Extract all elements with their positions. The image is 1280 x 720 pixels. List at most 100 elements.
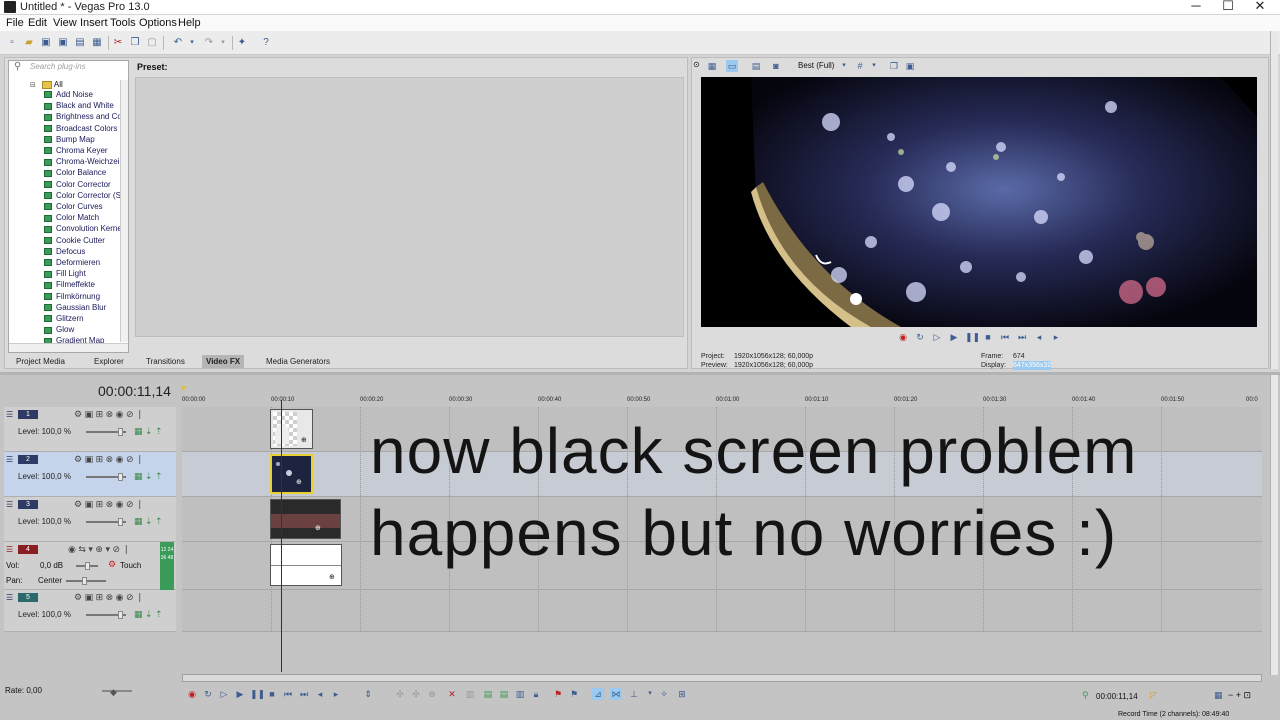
plugin-item[interactable]: Cookie Cutter <box>44 236 105 246</box>
video-clip-1[interactable]: ⊕ <box>270 409 313 449</box>
menu-insert[interactable]: Insert <box>80 16 108 30</box>
track-header-video-3[interactable]: ☰ 3 ⚙ ▣ ⊞ ⊗ ◉ ⊘ ❘ Level: 100,0 % ▦ ⇣ ⇡ <box>4 497 176 542</box>
quality-dropdown-icon[interactable]: ▾ <box>838 60 850 72</box>
plugin-item[interactable]: Convolution Kerne <box>44 224 122 234</box>
clip-fx-icon[interactable]: ⊕ <box>329 573 335 581</box>
rate-slider-knob-icon[interactable]: ◆ <box>110 687 117 698</box>
timeline-vertical-scrollbar[interactable] <box>1270 375 1278 675</box>
menu-file[interactable]: File <box>6 16 24 30</box>
automation-icon[interactable]: ⚙ <box>108 559 116 570</box>
region-icon[interactable]: ⚑ <box>568 688 580 700</box>
split-icon[interactable]: ▥ <box>514 688 526 700</box>
overlays-dropdown-icon[interactable]: ▾ <box>868 60 880 72</box>
tab-explorer[interactable]: Explorer <box>90 355 128 368</box>
menu-view[interactable]: View <box>53 16 77 30</box>
lock-envelopes-icon[interactable]: ✧ <box>658 688 670 700</box>
automation-mode[interactable]: Touch <box>120 561 141 570</box>
tab-media-generators[interactable]: Media Generators <box>262 355 334 368</box>
trim-icon[interactable]: ▥ <box>464 688 476 700</box>
plugin-item[interactable]: Color Balance <box>44 168 106 178</box>
rate-slider[interactable] <box>102 690 132 692</box>
delete-icon[interactable]: ✕ <box>446 688 458 700</box>
envelope-tool-icon[interactable]: ✣ <box>394 688 406 700</box>
plugin-item[interactable]: Fill Light <box>44 269 86 279</box>
go-to-start-icon[interactable]: ⏮ <box>999 331 1011 343</box>
plugin-item[interactable]: Bump Map <box>44 135 95 145</box>
properties-icon[interactable]: ▦ <box>91 37 103 49</box>
close-button[interactable]: ✕ <box>1245 0 1275 14</box>
clip-fx-icon[interactable]: ⊕ <box>301 436 307 444</box>
loop-icon[interactable]: ↻ <box>914 331 926 343</box>
track-controls[interactable]: ⚙ ▣ ⊞ ⊗ ◉ ⊘ ❘ <box>74 454 144 465</box>
clip-fx-icon[interactable]: ⊕ <box>296 478 302 486</box>
selection-tool-icon[interactable]: ✣ <box>410 688 422 700</box>
split-screen-icon[interactable]: ◙ <box>770 60 782 72</box>
redo-icon[interactable]: ↷ <box>203 37 215 49</box>
timeline-zoom-icon[interactable]: ▦ <box>1214 690 1223 701</box>
audio-track-controls[interactable]: ◉ ⇆ ▾ ⊕ ▾ ⊘ ❘ <box>68 544 130 555</box>
minimize-button[interactable]: ─ <box>1181 0 1211 14</box>
plugin-item[interactable]: Glow <box>44 325 74 335</box>
track-lane[interactable] <box>182 590 1262 632</box>
open-folder-icon[interactable]: ▰ <box>23 37 35 49</box>
clip-fx-icon[interactable]: ⊕ <box>315 524 321 532</box>
zoom-buttons[interactable]: − + ⊡ <box>1228 690 1251 701</box>
level-slider[interactable] <box>86 473 126 481</box>
tab-transitions[interactable]: Transitions <box>142 355 189 368</box>
maximize-button[interactable]: ☐ <box>1213 0 1243 14</box>
volume-slider[interactable] <box>76 562 98 570</box>
plugin-item[interactable]: Filmeffekte <box>44 280 95 290</box>
render-icon[interactable]: ▤ <box>74 37 86 49</box>
preview-fx-icon[interactable]: ▤ <box>750 60 762 72</box>
play-from-start-icon[interactable]: ▷ <box>931 331 943 343</box>
plugin-item[interactable]: Filmkörnung <box>44 292 100 302</box>
prev-frame-icon[interactable]: ◂ <box>1033 331 1045 343</box>
level-slider[interactable] <box>86 518 126 526</box>
overlays-icon[interactable]: # <box>854 60 866 72</box>
save-snapshot-icon[interactable]: ▣ <box>904 60 916 72</box>
timeline-horizontal-scrollbar[interactable] <box>182 674 1262 682</box>
menu-options[interactable]: Options <box>139 16 177 30</box>
whats-this-icon[interactable]: ? <box>260 37 272 49</box>
trim-end-icon[interactable]: ▤ <box>498 688 510 700</box>
expand-track-icon[interactable]: ☰ <box>6 593 13 602</box>
pause-icon[interactable]: ❚❚ <box>965 331 980 343</box>
track-header-video-2[interactable]: ☰ 2 ⚙ ▣ ⊞ ⊗ ◉ ⊘ ❘ Level: 100,0 % ▦ ⇣ ⇡ <box>4 452 176 497</box>
save-as-icon[interactable]: ▣ <box>57 37 69 49</box>
menu-edit[interactable]: Edit <box>28 16 47 30</box>
go-to-start-icon[interactable]: ⏮ <box>282 688 294 700</box>
track-header-video-1[interactable]: ☰ 1 ⚙ ▣ ⊞ ⊗ ◉ ⊘ ❘ Level: 100,0 % ▦ ⇣ ⇡ <box>4 407 176 452</box>
tab-video-fx[interactable]: Video FX <box>202 355 245 368</box>
plugin-item[interactable]: Color Curves <box>44 202 103 212</box>
pan-slider[interactable] <box>66 577 106 585</box>
time-ruler[interactable]: 00:00:00 00:00:10 00:00:20 00:00:30 00:0… <box>182 393 1262 407</box>
undo-dropdown-icon[interactable]: ▾ <box>186 37 198 49</box>
track-header-video-5[interactable]: ☰ 5 ⚙ ▣ ⊞ ⊗ ◉ ⊘ ❘ Level: 100,0 % ▦ ⇣ ⇡ <box>4 590 176 632</box>
play-icon[interactable]: ▶ <box>948 331 960 343</box>
plugin-item[interactable]: Broadcast Colors <box>44 124 117 134</box>
track-header-audio-4[interactable]: ☰ 4 ◉ ⇆ ▾ ⊕ ▾ ⊘ ❘ Vol: 0,0 dB ⚙ Touch Pa… <box>4 542 176 590</box>
pin-icon[interactable]: ⊙ <box>693 60 701 70</box>
menu-help[interactable]: Help <box>178 16 201 30</box>
menu-tools[interactable]: Tools <box>110 16 136 30</box>
expand-track-icon[interactable]: ☰ <box>6 545 13 554</box>
pause-icon[interactable]: ❚❚ <box>250 688 265 700</box>
tab-project-media[interactable]: Project Media <box>12 355 69 368</box>
next-frame-icon[interactable]: ▸ <box>330 688 342 700</box>
undo-icon[interactable]: ↶ <box>172 37 184 49</box>
plugin-item[interactable]: Add Noise <box>44 90 93 100</box>
track-motion-icons[interactable]: ▦ ⇣ ⇡ <box>134 609 163 620</box>
plugin-item[interactable]: Chroma Keyer <box>44 146 108 156</box>
record-icon[interactable]: ◉ <box>897 331 909 343</box>
record-icon[interactable]: ◉ <box>186 688 198 700</box>
preview-properties-icon[interactable]: ▦ <box>706 60 718 72</box>
zoom-tool-icon[interactable]: ⊕ <box>426 688 438 700</box>
plugin-item[interactable]: Defocus <box>44 247 85 257</box>
expand-track-icon[interactable]: ☰ <box>6 500 13 509</box>
copy-icon[interactable]: ❐ <box>129 37 141 49</box>
preview-quality-select[interactable]: Best (Full) <box>798 61 834 70</box>
level-slider[interactable] <box>86 611 126 619</box>
plugin-item[interactable]: Color Corrector <box>44 180 111 190</box>
ripple-edit-icon[interactable]: ⊥ <box>628 688 640 700</box>
auto-crossfade-icon[interactable]: ⋈ <box>610 688 622 700</box>
